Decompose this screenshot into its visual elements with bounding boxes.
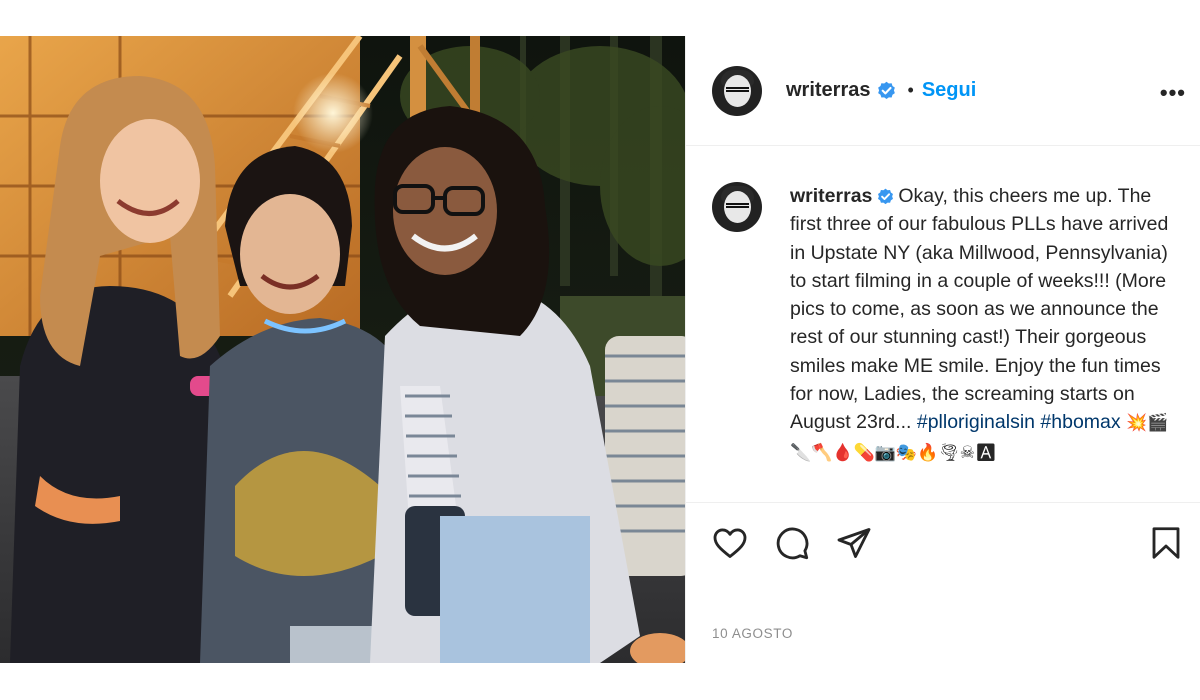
separator-dot: • bbox=[907, 80, 914, 100]
caption-body: Okay, this cheers me up. The first three… bbox=[790, 185, 1169, 434]
bookmark-icon[interactable] bbox=[1148, 525, 1184, 561]
verified-badge-icon bbox=[877, 81, 895, 100]
hashtag-link[interactable]: #hbomax bbox=[1040, 411, 1120, 433]
avatar[interactable] bbox=[712, 65, 762, 116]
group-photo-image bbox=[0, 36, 685, 663]
post-side-panel: writerras • Segui ••• writerras Okay, th… bbox=[685, 36, 1200, 663]
comment-bubble-icon[interactable] bbox=[774, 525, 810, 561]
caption-comment: writerras Okay, this cheers me up. The f… bbox=[686, 146, 1200, 503]
follow-button[interactable]: Segui bbox=[922, 79, 976, 102]
username-link[interactable]: writerras bbox=[786, 79, 871, 102]
post-header: writerras • Segui ••• bbox=[686, 36, 1200, 146]
verified-badge-icon bbox=[878, 188, 894, 205]
heart-icon[interactable] bbox=[712, 525, 748, 561]
action-bar bbox=[686, 503, 1200, 583]
caption-username-link[interactable]: writerras bbox=[790, 185, 872, 207]
post-photo[interactable] bbox=[0, 36, 685, 663]
caption-avatar[interactable] bbox=[712, 182, 762, 232]
post-date[interactable]: 10 AGOSTO bbox=[712, 626, 793, 641]
caption-text-block: writerras Okay, this cheers me up. The f… bbox=[790, 182, 1180, 502]
paper-plane-icon[interactable] bbox=[836, 525, 872, 561]
more-options-icon[interactable]: ••• bbox=[1160, 80, 1186, 106]
instagram-post: writerras • Segui ••• writerras Okay, th… bbox=[0, 36, 1200, 663]
hashtag-link[interactable]: #plloriginalsin bbox=[917, 411, 1035, 433]
